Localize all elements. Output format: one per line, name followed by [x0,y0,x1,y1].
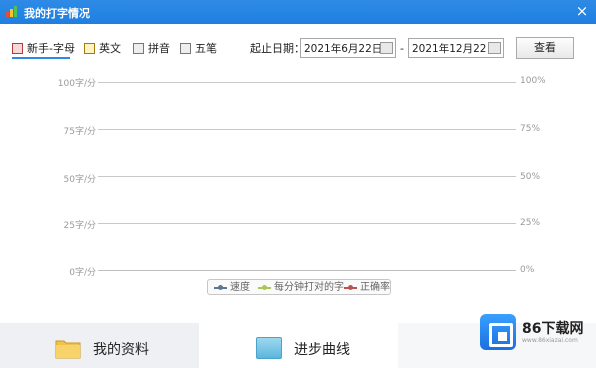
tab-english[interactable]: 英文 [84,41,124,57]
tab-label: 拼音 [148,42,170,55]
window-title: 我的打字情况 [24,7,90,20]
progress-chart: 100字/分 75字/分 50字/分 25字/分 0字/分 100% 75% 5… [0,70,596,300]
tab-pinyin[interactable]: 拼音 [133,41,173,57]
y-right-tick: 0% [520,265,535,275]
legend-correct-per-minute[interactable]: 每分钟打对的字 [258,281,344,294]
tab-beginner-letters[interactable]: 新手-字母 [12,41,75,59]
legend-marker [258,285,271,290]
start-date-field[interactable]: 2021年6月22日 [300,38,396,58]
book-icon [256,337,282,359]
y-right-tick: 100% [520,76,546,86]
tab-label: 五笔 [195,42,217,55]
y-left-tick: 25字/分 [63,221,97,231]
chart-legend: 速度 每分钟打对的字 正确率 [207,279,391,295]
tab-label: 英文 [99,42,121,55]
y-left-tick: 50字/分 [63,175,97,185]
y-right-tick: 75% [520,124,541,134]
y-right-tick: 25% [520,218,541,228]
tab-pinyin-icon [133,43,144,54]
legend-accuracy[interactable]: 正确率 [344,281,390,294]
tab-english-icon [84,43,95,54]
date-separator: - [400,42,404,55]
legend-label: 速度 [230,282,250,293]
nav-progress-curve[interactable]: 进步曲线 [199,323,398,368]
legend-marker [214,285,227,290]
watermark-logo-icon [480,314,516,350]
calendar-icon[interactable] [488,42,501,54]
nav-my-profile[interactable]: 我的资料 [0,323,198,368]
legend-label: 正确率 [360,282,390,293]
nav-label: 进步曲线 [294,342,350,358]
nav-label: 我的资料 [93,342,149,358]
watermark-url: www.86xiazai.com [522,337,578,344]
gridline [98,129,516,130]
active-indicator [295,319,303,323]
gridline [98,82,516,83]
close-icon[interactable]: × [574,3,590,19]
end-date-field[interactable]: 2021年12月22日 [408,38,504,58]
legend-label: 每分钟打对的字 [274,282,344,293]
tab-wubi[interactable]: 五笔 [180,41,220,57]
start-date-value: 2021年6月22日 [304,43,383,55]
y-left-tick: 100字/分 [57,79,96,89]
tab-beginner-icon [12,43,23,54]
legend-speed[interactable]: 速度 [214,281,254,294]
x-axis-baseline [98,270,516,271]
folder-icon [55,340,81,359]
query-button[interactable]: 查看 [516,37,574,59]
date-range-label: 起止日期： [250,42,305,55]
gridline [98,176,516,177]
tab-wubi-icon [180,43,191,54]
legend-marker [344,285,357,290]
tab-label: 新手-字母 [27,42,75,55]
app-icon [6,6,18,17]
end-date-value: 2021年12月22日 [412,43,497,55]
title-bar: 我的打字情况 × [0,0,596,24]
y-right-tick: 50% [520,172,541,182]
gridline [98,223,516,224]
y-left-tick: 0字/分 [69,268,96,278]
watermark-brand: 86下载网 [522,321,584,337]
y-left-tick: 75字/分 [63,127,97,137]
calendar-icon[interactable] [380,42,393,54]
